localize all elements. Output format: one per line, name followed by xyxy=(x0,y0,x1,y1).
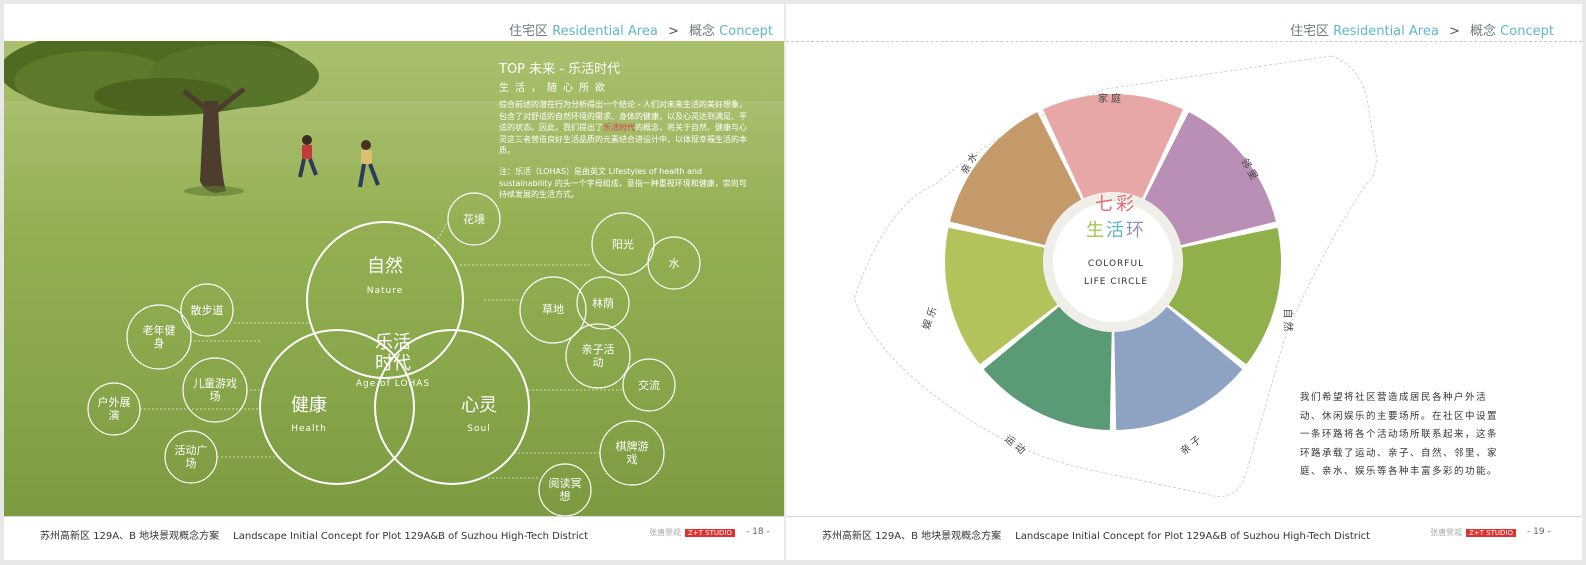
studio-mark: 张唐景观 Z+T STUDIO xyxy=(1430,527,1516,538)
breadcrumb: 住宅区 Residential Area > 概念 Concept xyxy=(509,20,773,39)
breadcrumb-page-en: Concept xyxy=(719,24,773,39)
lohas-label-line2: 时代 xyxy=(375,353,411,374)
page-footer: 苏州高新区 129A、B 地块景观概念方案 Landscape Initial C… xyxy=(786,516,1582,560)
center-char: 活 xyxy=(1106,220,1126,241)
breadcrumb-separator: > xyxy=(667,24,679,39)
footer-title-en: Landscape Initial Concept for Plot 129A&… xyxy=(1015,531,1371,542)
health-label: 健康 xyxy=(291,395,327,416)
lohas-label-en: Age of LOHAS xyxy=(355,379,431,389)
lohas-label-line1: 乐活 xyxy=(375,332,411,353)
studio-mark: 张唐景观 Z+T STUDIO xyxy=(649,527,735,538)
segment-label: 自然 xyxy=(1281,308,1293,335)
bubble-label: 活动广场 xyxy=(174,444,208,470)
footer-title-en: Landscape Initial Concept for Plot 129A&… xyxy=(233,531,589,542)
bubble-label: 亲子活动 xyxy=(581,343,615,369)
description-text: 我们希望将社区营造成居民各种户外活动、休闲娱乐的主要场所。在社区中设置一条环路将… xyxy=(1300,392,1499,477)
center-en-line1: COLORFUL xyxy=(1087,259,1145,269)
studio-badge: Z+T STUDIO xyxy=(1466,529,1516,537)
bubble-label: 老年健身 xyxy=(142,324,176,350)
page-number: - 19 - xyxy=(1527,527,1551,537)
bubble-label: 儿童游戏场 xyxy=(193,377,237,403)
bubble-label: 交流 xyxy=(638,379,660,392)
bubble-label: 户外展演 xyxy=(97,396,131,422)
bubble-label: 林荫 xyxy=(592,297,614,310)
center-char: 生 xyxy=(1086,220,1106,241)
page-number: - 18 - xyxy=(746,527,770,537)
bubble-label: 水 xyxy=(668,257,680,270)
bubble-label: 棋牌游戏 xyxy=(615,440,649,466)
studio-name: 张唐景观 xyxy=(649,528,681,537)
left-page: 住宅区 Residential Area > 概念 Concept TOP 未来… xyxy=(4,4,784,560)
venn-diagram xyxy=(87,192,701,516)
soul-label-en: Soul xyxy=(467,424,491,434)
breadcrumb-section-en: Residential Area xyxy=(552,24,658,39)
right-page: 住宅区 Residential Area > 概念 Concept 七彩 生活环… xyxy=(786,4,1582,560)
breadcrumb-section: 住宅区 xyxy=(509,24,549,39)
segment-label: 家庭 xyxy=(1098,94,1124,105)
center-char: 环 xyxy=(1126,220,1146,241)
center-en-line2: LIFE CIRCLE xyxy=(1083,277,1149,287)
studio-name: 张唐景观 xyxy=(1430,528,1462,537)
nature-label-en: Nature xyxy=(366,286,404,296)
health-label-en: Health xyxy=(291,424,327,434)
bubble-label: 阅读冥想 xyxy=(548,477,582,503)
footer-title-zh: 苏州高新区 129A、B 地块景观概念方案 xyxy=(40,531,220,542)
page-footer: 苏州高新区 129A、B 地块景观概念方案 Landscape Initial C… xyxy=(4,516,784,560)
nature-label: 自然 xyxy=(367,256,403,277)
soul-label: 心灵 xyxy=(461,395,497,416)
bubble-label: 草地 xyxy=(542,303,564,316)
bubble-label: 散步道 xyxy=(190,304,224,317)
center-title: 七彩 xyxy=(1095,194,1137,215)
footer-title: 苏州高新区 129A、B 地块景观概念方案 Landscape Initial C… xyxy=(40,527,588,542)
breadcrumb-page: 概念 xyxy=(689,24,716,39)
center-subtitle: 生活环 xyxy=(1069,216,1163,242)
studio-badge: Z+T STUDIO xyxy=(685,529,735,537)
footer-title-zh: 苏州高新区 129A、B 地块景观概念方案 xyxy=(822,531,1002,542)
bubble-label: 阳光 xyxy=(612,238,634,251)
bubble-label: 花境 xyxy=(463,213,485,226)
lawn-photo: TOP 未来 - 乐活时代 生活，随心所欲 综合前述的潜在行为分析得出一个结论 … xyxy=(4,41,784,516)
footer-title: 苏州高新区 129A、B 地块景观概念方案 Landscape Initial C… xyxy=(822,527,1370,542)
